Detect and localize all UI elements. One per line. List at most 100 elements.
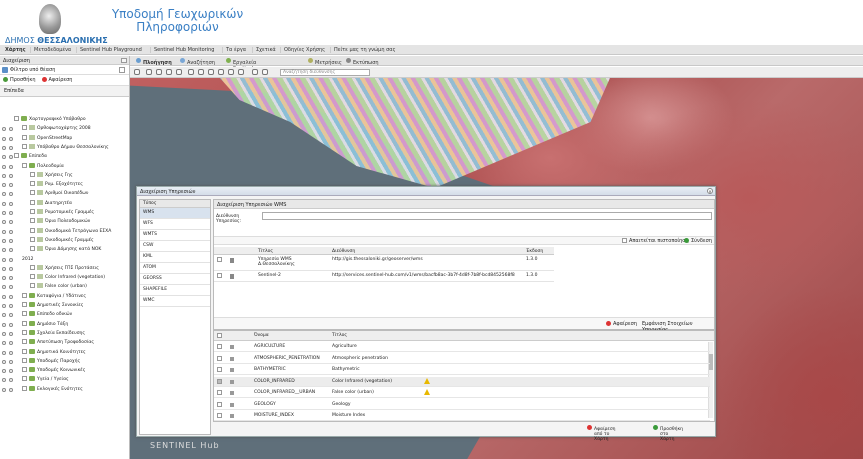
checkbox-icon[interactable] xyxy=(22,125,27,131)
visibility-icon[interactable] xyxy=(2,294,6,299)
checkbox-icon[interactable] xyxy=(22,376,27,382)
menu-item-playground[interactable]: Sentinel Hub Playground xyxy=(76,47,145,53)
info-icon[interactable] xyxy=(9,304,13,308)
col-address[interactable]: Διεύθυνση xyxy=(332,249,355,254)
info-icon[interactable] xyxy=(262,69,268,75)
info-icon[interactable] xyxy=(9,369,13,374)
zoom-box-icon[interactable] xyxy=(208,69,214,75)
checkbox-icon[interactable] xyxy=(30,283,35,289)
service-address-input[interactable] xyxy=(262,212,712,220)
checkbox-icon[interactable] xyxy=(30,181,35,187)
col-layer-title[interactable]: Τίτλος xyxy=(332,333,347,338)
info-icon[interactable] xyxy=(9,145,13,150)
measure-icon[interactable] xyxy=(252,69,258,75)
tree-item[interactable]: 2012 xyxy=(0,256,130,264)
info-icon[interactable] xyxy=(9,341,13,346)
service-layer-row[interactable]: AGRICULTURE Agriculture xyxy=(214,342,710,352)
info-icon[interactable] xyxy=(9,266,13,271)
info-icon[interactable] xyxy=(9,164,13,169)
tree-item[interactable]: Δημόσιο Τάξη xyxy=(0,320,130,329)
visibility-icon[interactable] xyxy=(2,285,6,290)
remove-from-map-button[interactable]: Αφαίρεση από το Χάρτη xyxy=(587,425,616,442)
home-icon[interactable] xyxy=(166,69,172,75)
service-type-item[interactable]: WMTS xyxy=(140,230,210,241)
auth-checkbox[interactable]: Απαιτείται πιστοποίηση xyxy=(622,238,689,244)
col-title[interactable]: Τίτλος xyxy=(258,249,273,254)
tree-item[interactable]: Καταφύγια / Υδάτινες xyxy=(0,292,130,301)
visibility-icon[interactable] xyxy=(2,304,6,308)
info-icon[interactable] xyxy=(9,248,13,253)
checkbox-icon[interactable] xyxy=(30,227,35,233)
service-row[interactable]: Sentinel-2 http://services.sentinel-hub.c… xyxy=(214,271,554,282)
visibility-icon[interactable] xyxy=(2,322,6,327)
service-layer-row[interactable]: COLOR_INFRARED__URBAN False color (urban) xyxy=(214,388,710,398)
service-layer-row[interactable]: COLOR_INFRARED Color Infrared (vegetation… xyxy=(214,376,710,387)
tree-item[interactable]: Υποδομές Παροχής xyxy=(0,357,130,366)
info-icon[interactable] xyxy=(9,331,13,336)
tree-item[interactable]: Αριθμοί Οικοπέδων xyxy=(0,190,130,198)
service-type-item[interactable]: WMC xyxy=(140,296,210,307)
visibility-icon[interactable] xyxy=(2,229,6,234)
layers-icon[interactable] xyxy=(134,69,140,75)
tree-item[interactable]: Διατηρητέα xyxy=(0,199,130,208)
service-layer-row[interactable]: GEOLOGY Geology xyxy=(214,400,710,410)
clear-filter-button[interactable] xyxy=(119,67,125,73)
info-icon[interactable] xyxy=(9,192,13,197)
layer-checkbox[interactable] xyxy=(217,390,222,395)
tree-item[interactable]: Οικοδομικά Τετράγωνα ΕΣΧΑ xyxy=(0,227,130,236)
checkbox-icon[interactable] xyxy=(22,143,27,149)
tree-item[interactable]: Όρια Δόμησης κατά ΝΟΚ xyxy=(0,246,130,254)
layer-checkbox[interactable] xyxy=(217,367,222,372)
checkbox-icon[interactable] xyxy=(22,320,27,326)
visibility-icon[interactable] xyxy=(2,248,6,253)
visibility-icon[interactable] xyxy=(2,341,6,346)
visibility-icon[interactable] xyxy=(2,378,6,383)
forward-icon[interactable] xyxy=(156,69,162,75)
layer-filter-input[interactable]: Φίλτρο υπό θέαση xyxy=(10,67,55,73)
remove-layer-button[interactable]: Αφαίρεση xyxy=(41,77,72,83)
menu-item-help[interactable]: Οδηγίες Χρήσης xyxy=(280,47,328,53)
zoom-prev-icon[interactable] xyxy=(228,69,234,75)
remove-service-button[interactable]: Αφαίρεση xyxy=(606,321,637,327)
tree-item[interactable]: Επίπεδα xyxy=(0,153,130,161)
visibility-icon[interactable] xyxy=(2,127,6,132)
tree-item[interactable]: Ορθοφωτοχάρτης 2008 xyxy=(0,125,130,133)
info-icon[interactable] xyxy=(9,322,13,327)
tree-item[interactable]: Οικοδομικές Γραμμές xyxy=(0,236,130,245)
tree-item[interactable]: OpenStreetMap xyxy=(0,134,130,143)
tab-sentinel-tools[interactable]: Εργαλεία Sentinel Hub xyxy=(226,58,256,78)
visibility-icon[interactable] xyxy=(2,359,6,364)
close-icon[interactable]: × xyxy=(707,188,713,194)
checkbox-icon[interactable] xyxy=(22,357,27,363)
checkbox-icon[interactable] xyxy=(30,264,35,270)
checkbox-icon[interactable] xyxy=(22,162,27,168)
visibility-icon[interactable] xyxy=(2,192,6,197)
checkbox-icon[interactable] xyxy=(30,199,35,205)
checkbox-icon[interactable] xyxy=(22,329,27,335)
visibility-icon[interactable] xyxy=(2,183,6,188)
service-type-item[interactable]: WMS xyxy=(140,208,210,219)
tree-item[interactable]: Color Infrared (vegetation) xyxy=(0,274,130,282)
info-icon[interactable] xyxy=(9,387,13,392)
service-layer-row[interactable]: BATHYMETRIC Bathymetric xyxy=(214,365,710,375)
info-icon[interactable] xyxy=(9,350,13,355)
zoom-next-icon[interactable] xyxy=(238,69,244,75)
checkbox-icon[interactable] xyxy=(22,302,27,307)
zoom-out-icon[interactable] xyxy=(198,69,204,75)
visibility-icon[interactable] xyxy=(2,211,6,215)
tree-item[interactable]: Εκλογικές Ενότητες xyxy=(0,385,130,394)
service-type-item[interactable]: WFS xyxy=(140,219,210,230)
tree-item[interactable]: Υποδομές Κοινωνικές xyxy=(0,367,130,375)
visibility-icon[interactable] xyxy=(2,369,6,374)
info-icon[interactable] xyxy=(9,136,13,141)
tree-item[interactable]: Ρυμ. Εξοχότητες xyxy=(0,181,130,189)
info-icon[interactable] xyxy=(9,359,13,364)
service-type-item[interactable]: KML xyxy=(140,252,210,263)
visibility-icon[interactable] xyxy=(2,201,6,206)
tab-search[interactable]: Αναζήτηση xyxy=(180,58,215,66)
address-search-input[interactable]: Αναζήτηση διεύθυνσης xyxy=(280,69,370,76)
pan-icon[interactable] xyxy=(176,69,182,75)
checkbox-icon[interactable] xyxy=(14,153,19,159)
info-icon[interactable] xyxy=(9,155,13,160)
checkbox-icon[interactable] xyxy=(22,367,27,373)
